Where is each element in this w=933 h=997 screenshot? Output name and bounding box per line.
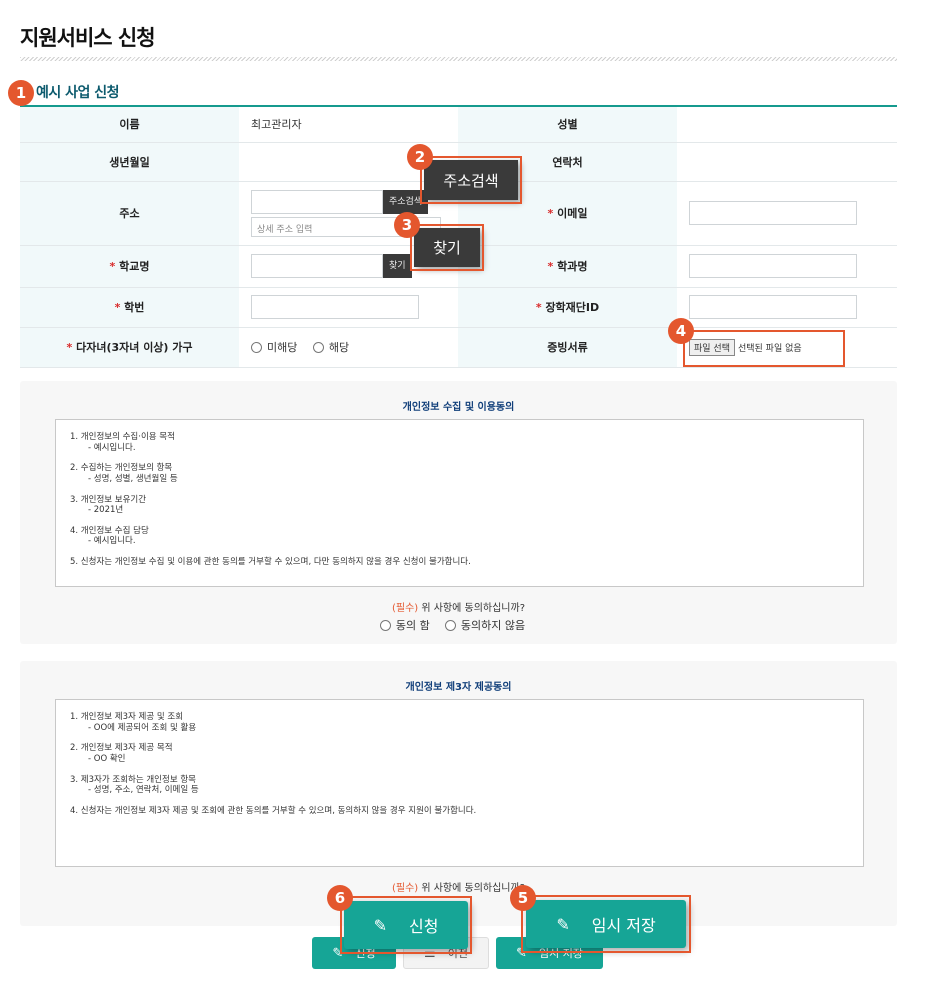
multichild-yes-radio[interactable] xyxy=(312,341,324,353)
callout-badge-5: 5 xyxy=(510,885,536,911)
callout-badge-1: 1 xyxy=(8,80,34,106)
consent-privacy-title: 개인정보 수집 및 이용동의 xyxy=(402,402,515,413)
callout-frame-6 xyxy=(340,896,472,954)
proof-label: 증빙서류 xyxy=(458,327,677,368)
consent-thirdparty-box: 개인정보 제3자 제공동의 1. 개인정보 제3자 제공 및 조회 - OO에 제… xyxy=(20,661,897,926)
consent-privacy-disagree-radio[interactable] xyxy=(444,619,456,631)
title-divider xyxy=(20,57,897,61)
gender-label: 성별 xyxy=(458,107,677,143)
callout-frame-4 xyxy=(683,330,845,367)
birth-label: 생년월일 xyxy=(20,142,239,182)
major-label: * 학과명 xyxy=(458,245,677,288)
student-id-input[interactable] xyxy=(251,295,419,319)
multichild-no-radio[interactable] xyxy=(251,341,262,353)
scholarship-id-input[interactable] xyxy=(689,295,857,319)
callout-frame-2 xyxy=(420,156,522,204)
school-input[interactable] xyxy=(251,254,383,278)
page-title: 지원서비스 신청 xyxy=(20,26,156,50)
consent-thirdparty-question: (필수) 위 사항에 동의하십니까? xyxy=(391,883,526,894)
address-label: 주소 xyxy=(20,181,239,246)
student-id-label: * 학번 xyxy=(20,287,239,328)
school-label: * 학교명 xyxy=(20,245,239,288)
consent-thirdparty-title: 개인정보 제3자 제공동의 xyxy=(405,682,512,693)
multichild-label: * 다자녀(3자녀 이상) 가구 xyxy=(20,327,239,368)
callout-badge-6: 6 xyxy=(327,885,353,911)
name-value: 최고관리자 xyxy=(239,107,458,143)
consent-privacy-text[interactable]: 1. 개인정보의 수집·이용 목적 - 예시입니다. 2. 수집하는 개인정보의 … xyxy=(55,419,864,587)
consent-thirdparty-text[interactable]: 1. 개인정보 제3자 제공 및 조회 - OO에 제공되어 조회 및 활용 2.… xyxy=(55,699,864,867)
major-input[interactable] xyxy=(689,254,857,278)
callout-badge-2: 2 xyxy=(407,144,433,170)
email-input[interactable] xyxy=(689,201,857,225)
callout-badge-4: 4 xyxy=(668,318,694,344)
contact-value xyxy=(677,142,897,182)
scholarship-id-label: * 장학재단ID xyxy=(458,287,677,328)
consent-privacy-question: (필수) 위 사항에 동의하십니까? xyxy=(391,603,526,614)
consent-privacy-agree-radio[interactable] xyxy=(379,619,391,631)
address-input[interactable] xyxy=(251,189,383,214)
callout-frame-3 xyxy=(410,224,484,271)
school-find-button[interactable]: 찾기 xyxy=(383,254,412,278)
callout-frame-5 xyxy=(521,895,691,953)
callout-badge-3: 3 xyxy=(394,212,420,238)
section-title: 예시 사업 신청 xyxy=(36,85,120,101)
consent-privacy-box: 개인정보 수집 및 이용동의 1. 개인정보의 수집·이용 목적 - 예시입니다.… xyxy=(20,381,897,644)
gender-value xyxy=(677,107,897,143)
name-label: 이름 xyxy=(20,107,239,143)
